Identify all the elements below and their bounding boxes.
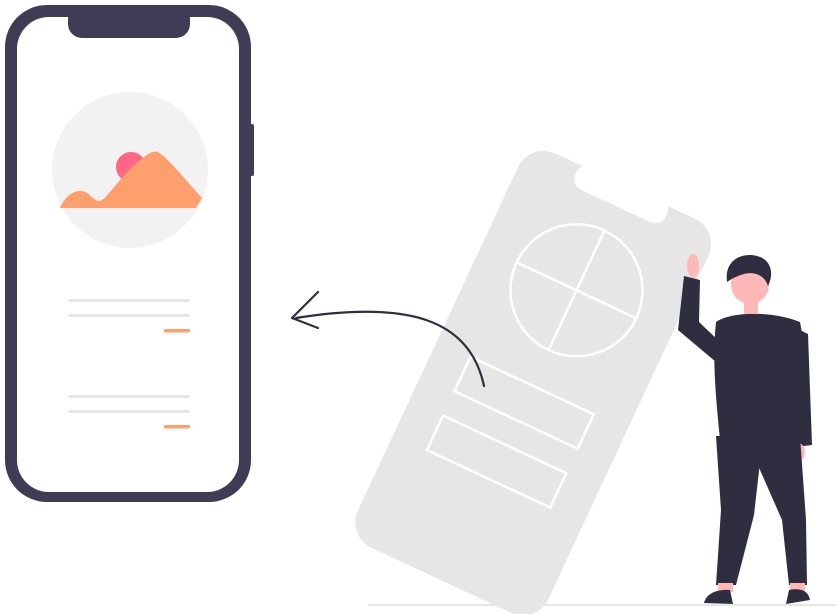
text-line bbox=[68, 314, 190, 317]
accent-line bbox=[164, 329, 190, 333]
person-icon bbox=[678, 254, 812, 604]
tilted-phone bbox=[355, 150, 712, 614]
accent-line bbox=[164, 425, 190, 429]
phone-notch bbox=[68, 5, 190, 38]
phone-screen bbox=[17, 17, 239, 492]
smartphone-icon bbox=[5, 5, 254, 502]
text-line bbox=[68, 299, 190, 302]
text-line bbox=[68, 410, 190, 413]
text-line bbox=[68, 395, 190, 398]
mobile-app-illustration bbox=[5, 5, 836, 614]
image-placeholder-icon bbox=[52, 92, 208, 248]
illustration-scene bbox=[0, 0, 836, 614]
